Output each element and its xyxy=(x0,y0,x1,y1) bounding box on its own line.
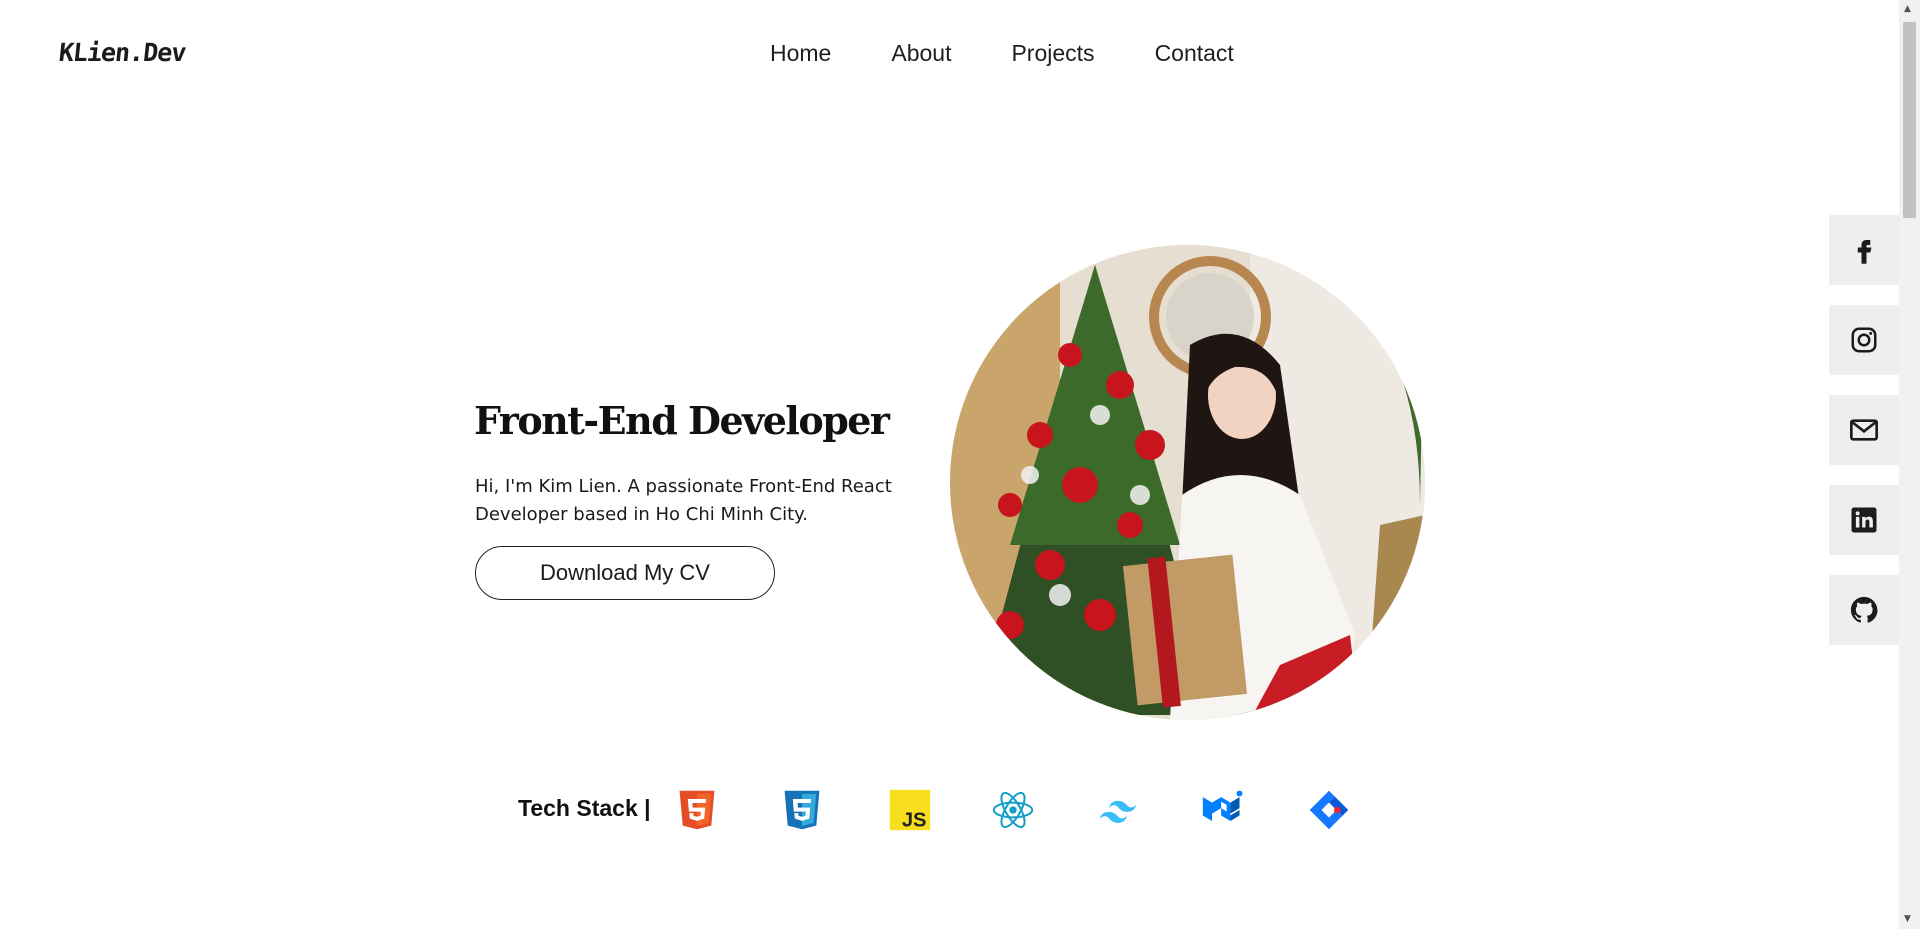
javascript-icon: JS xyxy=(889,789,931,832)
github-icon xyxy=(1850,596,1878,623)
tech-stack-label: Tech Stack | xyxy=(518,795,651,821)
email-link[interactable] xyxy=(1829,395,1899,465)
site-logo[interactable]: KLien.Dev xyxy=(57,38,187,67)
nav-projects[interactable]: Projects xyxy=(1011,40,1094,67)
portfolio-page: KLien.Dev Home About Projects Contact Fr… xyxy=(0,0,1920,929)
main-nav: Home About Projects Contact xyxy=(770,40,1294,67)
facebook-icon xyxy=(1857,240,1872,264)
nav-contact[interactable]: Contact xyxy=(1155,40,1234,67)
ant-design-icon xyxy=(1309,790,1349,830)
profile-photo xyxy=(950,245,1425,720)
linkedin-icon xyxy=(1851,507,1877,533)
scroll-up-arrow[interactable]: ▲ xyxy=(1904,4,1911,14)
nav-about[interactable]: About xyxy=(891,40,951,67)
mui-icon xyxy=(1202,790,1243,821)
download-cv-button[interactable]: Download My CV xyxy=(475,546,775,600)
instagram-link[interactable] xyxy=(1829,305,1899,375)
svg-text:JS: JS xyxy=(902,810,927,832)
tailwind-icon xyxy=(1099,800,1137,823)
scrollbar-thumb[interactable] xyxy=(1903,22,1916,218)
html5-icon xyxy=(679,790,715,830)
page-scrollbar[interactable]: ▲ ▼ xyxy=(1899,0,1920,929)
facebook-link[interactable] xyxy=(1829,215,1899,285)
css3-icon xyxy=(784,790,820,830)
hero-title: Front-End Developer xyxy=(474,398,890,443)
mail-icon xyxy=(1850,419,1878,441)
instagram-icon xyxy=(1851,327,1877,353)
hero-description: Hi, I'm Kim Lien. A passionate Front-End… xyxy=(475,476,892,525)
nav-home[interactable]: Home xyxy=(770,40,831,67)
linkedin-link[interactable] xyxy=(1829,485,1899,555)
scroll-down-arrow[interactable]: ▼ xyxy=(1904,914,1911,924)
react-icon xyxy=(992,791,1034,829)
github-link[interactable] xyxy=(1829,575,1899,645)
